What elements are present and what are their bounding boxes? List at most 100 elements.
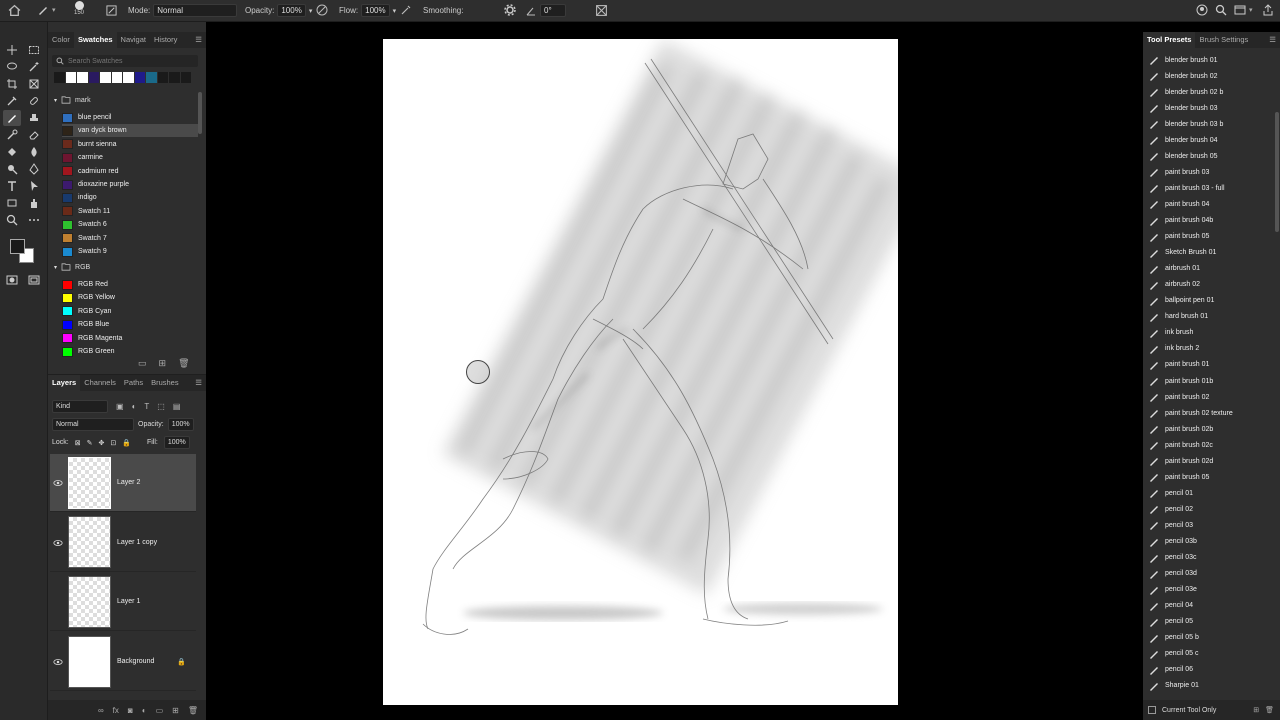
- tool-preset-item[interactable]: ballpoint pen 01: [1145, 293, 1275, 309]
- airbrush-icon[interactable]: [400, 4, 412, 16]
- marquee-tool-icon[interactable]: [25, 42, 43, 58]
- swatch-item[interactable]: indigo: [62, 191, 198, 204]
- smoothing-input[interactable]: [466, 4, 503, 17]
- tool-preset-item[interactable]: pencil 05 b: [1145, 630, 1275, 646]
- swatch-item[interactable]: burnt sienna: [62, 138, 198, 151]
- dodge-tool-icon[interactable]: [3, 161, 21, 177]
- new-swatch-icon[interactable]: ⊞: [159, 358, 167, 369]
- brush-size-picker[interactable]: 150: [74, 1, 84, 16]
- adjustment-layer-icon[interactable]: ◐: [142, 706, 147, 715]
- tool-preset-item[interactable]: paint brush 01b: [1145, 373, 1275, 389]
- swatch-item[interactable]: Swatch 11: [62, 205, 198, 218]
- swatch-item[interactable]: carmine: [62, 151, 198, 164]
- quick-mask-icon[interactable]: [3, 272, 21, 288]
- screen-mode-icon[interactable]: [25, 272, 43, 288]
- presets-scrollbar[interactable]: [1275, 112, 1279, 232]
- history-brush-tool-icon[interactable]: [3, 127, 21, 143]
- tool-preset-item[interactable]: hard brush 01: [1145, 309, 1275, 325]
- fx-icon[interactable]: fx: [113, 706, 119, 715]
- lock-pixels-icon[interactable]: ✎: [87, 439, 93, 447]
- swatch-item[interactable]: Swatch 6: [62, 218, 198, 231]
- trash-icon[interactable]: 🗑: [178, 358, 189, 369]
- opacity-dropdown-icon[interactable]: ▾: [309, 7, 313, 15]
- swatch-item[interactable]: dioxazine purple: [62, 178, 198, 191]
- frame-tool-icon[interactable]: [25, 76, 43, 92]
- tool-preset-item[interactable]: blender brush 05: [1145, 148, 1275, 164]
- opacity-input[interactable]: 100%: [277, 4, 306, 17]
- tool-preset-item[interactable]: pencil 05: [1145, 614, 1275, 630]
- tool-preset-item[interactable]: pencil 03d: [1145, 566, 1275, 582]
- swatch-item[interactable]: RGB Magenta: [62, 332, 198, 345]
- visibility-eye-icon[interactable]: [53, 657, 63, 667]
- lock-icon[interactable]: 🔒: [177, 658, 186, 666]
- tool-preset-item[interactable]: paint brush 02c: [1145, 437, 1275, 453]
- visibility-eye-icon[interactable]: [53, 597, 63, 607]
- tool-preset-item[interactable]: pencil 03: [1145, 517, 1275, 533]
- swatch-group-rgb[interactable]: ▾ RGB: [54, 263, 90, 271]
- new-preset-icon[interactable]: ⊞: [1253, 706, 1259, 714]
- swatch-item[interactable]: RGB Blue: [62, 318, 198, 331]
- recent-swatch[interactable]: [157, 72, 169, 83]
- tab-channels[interactable]: Channels: [80, 375, 120, 391]
- eraser-tool-icon[interactable]: [25, 127, 43, 143]
- tool-preset-item[interactable]: blender brush 02 b: [1145, 84, 1275, 100]
- tool-preset-item[interactable]: blender brush 03: [1145, 100, 1275, 116]
- tool-preset-item[interactable]: blender brush 02: [1145, 68, 1275, 84]
- swatch-item[interactable]: RGB Yellow: [62, 291, 198, 304]
- recent-swatch[interactable]: [180, 72, 192, 83]
- swatches-search[interactable]: Search Swatches: [52, 55, 198, 67]
- tool-preset-item[interactable]: pencil 01: [1145, 485, 1275, 501]
- tool-preset-item[interactable]: paint brush 03: [1145, 164, 1275, 180]
- tool-preset-item[interactable]: Sharpie 01: [1145, 678, 1275, 694]
- tool-preset-item[interactable]: ink brush 2: [1145, 341, 1275, 357]
- rectangle-tool-icon[interactable]: [3, 195, 21, 211]
- brush-tool-icon[interactable]: ▾: [37, 4, 56, 16]
- swatches-scrollbar[interactable]: [198, 92, 202, 134]
- mask-icon[interactable]: ◙: [128, 706, 133, 715]
- lasso-tool-icon[interactable]: [3, 59, 21, 75]
- tool-preset-item[interactable]: airbrush 02: [1145, 277, 1275, 293]
- lock-artboard-icon[interactable]: ⊡: [110, 439, 116, 447]
- type-filter-icon[interactable]: T: [144, 402, 149, 411]
- flow-dropdown-icon[interactable]: ▾: [393, 7, 397, 15]
- hand-tool-icon[interactable]: [25, 195, 43, 211]
- move-tool-icon[interactable]: [3, 42, 21, 58]
- angle-input[interactable]: 0°: [540, 4, 566, 17]
- pen-tool-icon[interactable]: [25, 161, 43, 177]
- tool-preset-item[interactable]: paint brush 04: [1145, 196, 1275, 212]
- tool-preset-item[interactable]: paint brush 05: [1145, 469, 1275, 485]
- swatches-search-input[interactable]: Search Swatches: [68, 58, 122, 65]
- share-icon[interactable]: [1262, 4, 1274, 16]
- lock-position-icon[interactable]: ✥: [98, 439, 104, 447]
- tool-preset-item[interactable]: Sketch Brush 01: [1145, 245, 1275, 261]
- lock-all-icon[interactable]: 🔒: [122, 439, 131, 447]
- crop-tool-icon[interactable]: [3, 76, 21, 92]
- swatch-item[interactable]: Swatch 9: [62, 245, 198, 258]
- workspace-icon[interactable]: ▾: [1234, 4, 1253, 16]
- brush-settings-toggle-icon[interactable]: [106, 5, 117, 16]
- eyedropper-tool-icon[interactable]: [3, 93, 21, 109]
- tool-preset-item[interactable]: paint brush 02 texture: [1145, 405, 1275, 421]
- swatch-item[interactable]: blue pencil: [62, 111, 198, 124]
- swatch-item[interactable]: RGB Cyan: [62, 305, 198, 318]
- swatch-item[interactable]: cadmium red: [62, 165, 198, 178]
- new-group-icon[interactable]: ▭: [138, 358, 147, 369]
- pressure-opacity-icon[interactable]: [316, 4, 328, 16]
- recent-swatch[interactable]: [123, 72, 135, 83]
- paint-bucket-tool-icon[interactable]: [3, 144, 21, 160]
- magic-wand-tool-icon[interactable]: [25, 59, 43, 75]
- tool-preset-item[interactable]: blender brush 01: [1145, 52, 1275, 68]
- trash-icon[interactable]: 🗑: [188, 706, 198, 715]
- mode-select[interactable]: Normal: [153, 4, 238, 17]
- layer-opacity-input[interactable]: 100%: [167, 418, 194, 431]
- account-icon[interactable]: [1196, 4, 1208, 16]
- blend-mode-select[interactable]: Normal: [52, 418, 134, 431]
- tab-history[interactable]: History: [150, 32, 181, 48]
- visibility-eye-icon[interactable]: [53, 538, 63, 548]
- tool-preset-item[interactable]: pencil 02: [1145, 501, 1275, 517]
- recent-swatch[interactable]: [134, 72, 146, 83]
- tool-preset-item[interactable]: ink brush: [1145, 325, 1275, 341]
- tool-preset-item[interactable]: blender brush 04: [1145, 132, 1275, 148]
- layer-row[interactable]: Background 🔒: [50, 633, 196, 692]
- tool-preset-item[interactable]: airbrush 01: [1145, 261, 1275, 277]
